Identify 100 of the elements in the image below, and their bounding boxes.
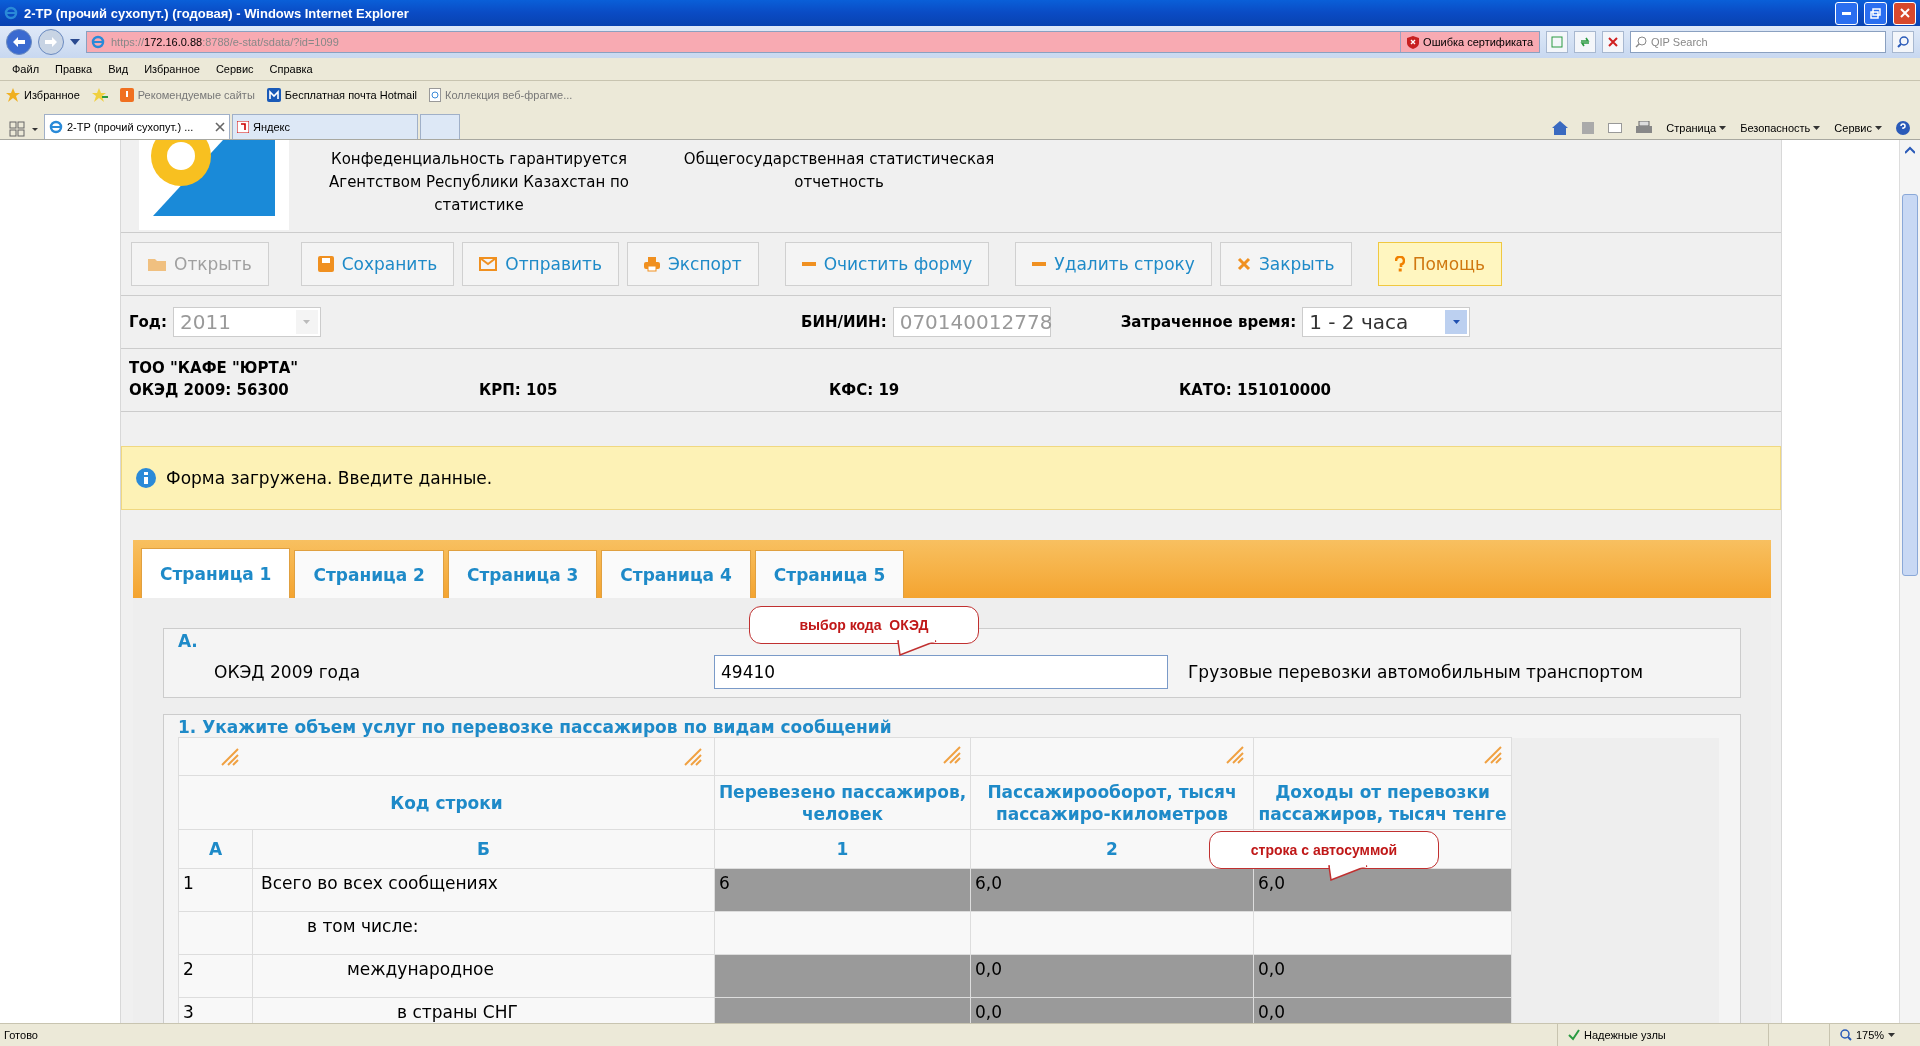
search-button[interactable]	[1892, 31, 1914, 53]
home-icon[interactable]	[1552, 121, 1569, 135]
command-menu[interactable]: Безопасность	[1740, 122, 1821, 134]
notice-text: Форма загружена. Введите данные.	[166, 468, 493, 488]
close-icon	[1608, 37, 1618, 47]
new-tab-button[interactable]	[420, 114, 460, 139]
favorites-link[interactable]: Рекомендуемые сайты	[119, 88, 255, 102]
page-tab[interactable]: Страница 3	[447, 550, 598, 598]
input-cell[interactable]	[714, 911, 971, 955]
menu-item[interactable]: Файл	[4, 63, 48, 75]
star-icon	[6, 88, 20, 102]
window-title: 2-ТР (прочий сухопут.) (годовая) - Windows Internet Explorer	[24, 5, 410, 21]
autosum-cell: 0,0	[970, 997, 1254, 1023]
search-icon	[1897, 36, 1909, 48]
menu-item[interactable]: Справка	[261, 63, 321, 75]
time-select[interactable]: 1 - 2 часа	[1302, 307, 1471, 337]
column-header: Пассажирооборот, тысяч пассажиро-километров	[970, 775, 1254, 830]
browser-tab[interactable]: 2-ТР (прочий сухопут.) ...	[44, 114, 230, 139]
toolbar-button[interactable]: Очистить форму	[784, 242, 990, 286]
search-field[interactable]: QIP Search	[1630, 31, 1886, 53]
help-icon[interactable]	[1896, 121, 1910, 135]
company-code: ОКЭД 2009: 56300	[129, 381, 290, 399]
column-code: 1	[714, 829, 971, 869]
refresh-icon	[1579, 36, 1591, 48]
zoom-control[interactable]: 175%	[1829, 1024, 1920, 1046]
minimize-button[interactable]	[1835, 1, 1858, 25]
page-tab[interactable]: Страница 5	[754, 550, 905, 598]
page-tab[interactable]: Страница 4	[601, 550, 751, 598]
row-name: в том числе:	[306, 916, 419, 936]
search-icon	[1635, 36, 1647, 48]
zoom-icon	[1840, 1029, 1852, 1041]
add-favorite-icon[interactable]	[91, 88, 108, 102]
autosum-cell: 0,0	[970, 954, 1254, 998]
page-tab[interactable]: Страница 1	[141, 548, 291, 598]
close-icon	[1899, 8, 1910, 18]
mail-icon[interactable]	[1608, 123, 1623, 133]
company-code: КФС: 19	[829, 381, 901, 399]
menu-item[interactable]: Вид	[100, 63, 137, 75]
page-tab[interactable]: Страница 2	[294, 550, 444, 598]
column-header: Перевезено пассажиров, человек	[714, 775, 971, 830]
stop-button[interactable]	[1602, 31, 1624, 53]
help-icon	[1394, 256, 1405, 272]
refresh-button[interactable]	[1574, 31, 1596, 53]
status-text: Готово	[3, 1029, 39, 1041]
autosum-cell: 0,0	[1253, 997, 1512, 1023]
favorites-link[interactable]: Коллекция веб-фрагме...	[429, 88, 573, 102]
column-header: Код строки	[178, 775, 715, 830]
input-cell[interactable]	[1253, 911, 1512, 955]
check-icon	[1568, 1029, 1580, 1041]
caret-icon	[1875, 126, 1882, 130]
restore-button[interactable]	[1864, 1, 1887, 25]
row-code: 2	[183, 959, 194, 979]
menu-item[interactable]: Правка	[47, 63, 101, 75]
favorites-link[interactable]: Бесплатная почта Hotmail	[266, 88, 418, 102]
resize-handle-icon[interactable]	[683, 746, 703, 767]
company-code: КАТО: 151010000	[1179, 381, 1333, 399]
column-header: Доходы от перевозки пассажиров, тысяч тенге	[1253, 775, 1512, 830]
forward-button[interactable]	[38, 29, 64, 55]
security-zone: Надежные узлы	[1557, 1024, 1768, 1046]
minus-icon	[1032, 262, 1047, 266]
resize-handle-icon[interactable]	[1225, 744, 1245, 765]
compatibility-button[interactable]	[1546, 31, 1568, 53]
command-menu[interactable]: Страница	[1666, 122, 1727, 134]
scrollbar[interactable]	[1899, 140, 1920, 1023]
section-title: А.	[178, 631, 198, 651]
address-field[interactable]: https://172.16.0.88:8788/e-stat/sdata/?id=1099 Ошибка сертификата	[86, 31, 1540, 53]
minus-icon	[801, 262, 816, 266]
resize-handle-icon[interactable]	[1483, 744, 1503, 765]
favorites-button[interactable]: Избранное	[6, 88, 80, 102]
envelope-icon	[479, 257, 498, 271]
certificate-error-button[interactable]: Ошибка сертификата	[1400, 32, 1539, 52]
row-name: международное	[346, 959, 494, 979]
printer-icon[interactable]	[1636, 121, 1653, 135]
resize-handle-icon[interactable]	[942, 744, 962, 765]
confidentiality-note: Конфеденциальность гарантируется Агентством Республики Казахстан по статистике	[329, 149, 629, 216]
field-label: Затраченное время:	[1120, 313, 1297, 331]
okved-description: Грузовые перевозки автомобильным транспортом	[1188, 662, 1644, 682]
command-menu[interactable]: Сервис	[1834, 122, 1882, 134]
mail-logo-icon	[266, 88, 281, 102]
menu-item[interactable]: Избранное	[136, 63, 208, 75]
toolbar-button[interactable]: Удалить строку	[1015, 242, 1212, 286]
bulb-icon	[119, 88, 134, 102]
back-button[interactable]	[6, 29, 32, 55]
shield-icon	[1407, 35, 1420, 49]
history-dropdown-icon[interactable]	[70, 39, 80, 45]
caret-icon	[1888, 1033, 1896, 1037]
browser-tab[interactable]: Яндекс	[232, 114, 418, 139]
autosum-cell: 6	[714, 868, 971, 912]
info-icon	[136, 468, 156, 488]
close-button[interactable]	[1893, 1, 1916, 25]
field-label: ОКЭД 2009 года	[213, 662, 362, 682]
input-cell[interactable]	[970, 911, 1254, 955]
report-type: Общегосударственная статистическая отчетность	[682, 149, 996, 193]
menu-item[interactable]: Сервис	[207, 63, 262, 75]
left-arrow-icon	[13, 37, 25, 47]
close-tab-icon[interactable]	[215, 122, 225, 132]
section-title: 1. Укажите объем услуг по перевозке пассажиров по видам сообщений	[178, 717, 892, 737]
resize-handle-icon[interactable]	[220, 746, 240, 767]
autosum-cell: 6,0	[1253, 868, 1512, 912]
restore-icon	[1870, 7, 1881, 19]
